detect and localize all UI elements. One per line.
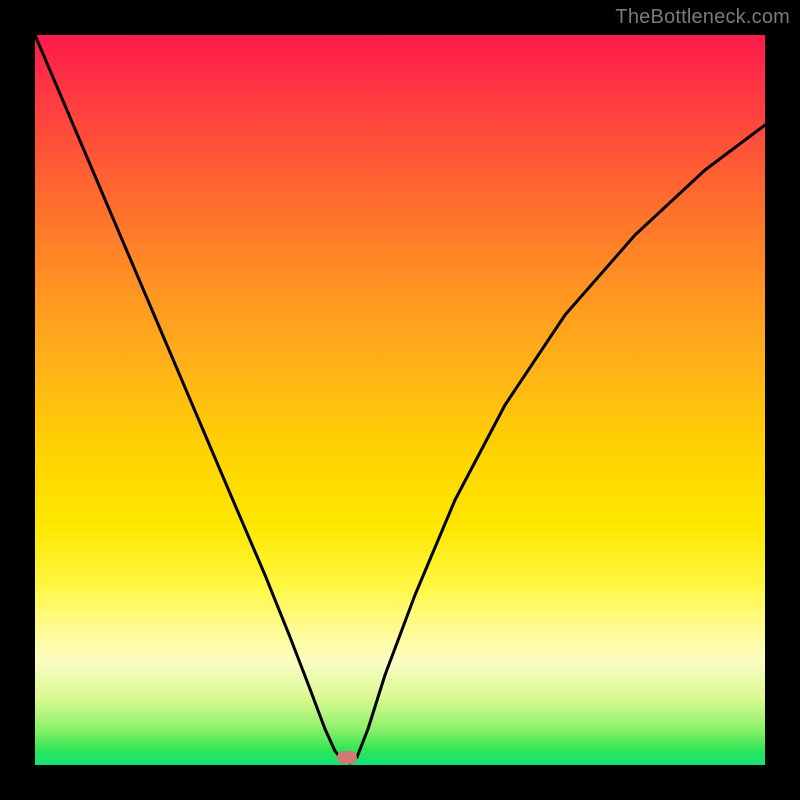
bottleneck-curve <box>35 35 765 765</box>
chart-plot-area <box>35 35 765 765</box>
minimum-marker <box>337 751 357 764</box>
watermark-text: TheBottleneck.com <box>615 6 790 29</box>
